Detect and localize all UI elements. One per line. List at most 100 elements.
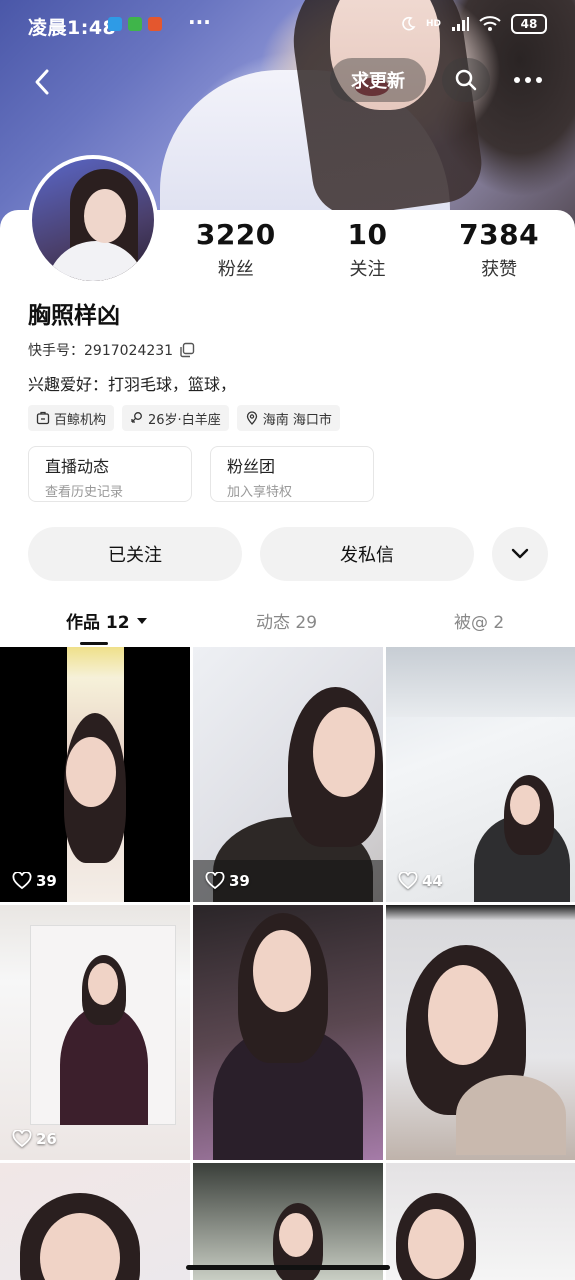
expand-button[interactable] (492, 527, 548, 581)
feature-subtitle: 查看历史记录 (45, 485, 124, 500)
like-count-text: 39 (229, 872, 250, 890)
heart-icon (12, 872, 32, 890)
video-thumbnail[interactable] (0, 1163, 190, 1280)
tab-mentions[interactable]: 被@ 2 (454, 608, 504, 633)
followed-button[interactable]: 已关注 (28, 527, 242, 581)
status-time: 凌晨1:48 (28, 17, 117, 39)
search-button[interactable] (442, 58, 490, 102)
stat-label: 粉丝 (217, 259, 254, 280)
tab-label: 作品 12 (66, 613, 130, 633)
works-grid: 39 39 44 26 (0, 647, 575, 1280)
copy-icon[interactable] (179, 342, 195, 358)
caret-down-icon (136, 617, 147, 624)
chevron-left-icon (35, 69, 49, 95)
profile-uid: 快手号：2917024231 (28, 340, 195, 360)
network-type-label: HD (425, 19, 441, 29)
status-bar: 凌晨1:48 ··· HD 48 (0, 0, 575, 50)
stat-value: 10 (347, 218, 388, 251)
tag-label: 26岁·白羊座 (148, 412, 221, 428)
app-notification-icon (128, 17, 142, 31)
more-dots-icon (514, 77, 542, 83)
content-tabs: 作品 12 动态 29 被@ 2 (0, 600, 575, 646)
video-thumbnail[interactable] (193, 1163, 383, 1280)
thumbnail-figure (408, 1209, 464, 1279)
feature-subtitle: 加入享特权 (227, 485, 293, 500)
video-thumbnail[interactable]: 26 (0, 905, 190, 1160)
uid-text: 快手号：2917024231 (28, 343, 174, 359)
moon-icon (402, 16, 416, 31)
tag-location[interactable]: 海南 海口市 (236, 405, 340, 431)
status-more-icon: ··· (188, 10, 211, 34)
heart-icon (205, 872, 225, 890)
stat-label: 关注 (349, 259, 386, 280)
tab-moments[interactable]: 动态 29 (256, 608, 317, 633)
signal-icon (452, 17, 469, 31)
avatar[interactable] (28, 155, 158, 285)
like-count: 39 (205, 872, 250, 890)
video-thumbnail[interactable]: 39 (193, 647, 383, 902)
thumbnail-figure (456, 1075, 566, 1155)
top-nav-bar: 求更新 (0, 56, 575, 104)
tab-label: 动态 29 (256, 613, 318, 633)
more-options-button[interactable] (500, 58, 556, 102)
stat-likes[interactable]: 7384 获赞 (433, 218, 565, 288)
stat-following[interactable]: 10 关注 (302, 218, 434, 288)
home-indicator[interactable] (186, 1265, 390, 1270)
thumbnail-figure (279, 1213, 313, 1257)
organization-icon (36, 411, 50, 425)
stat-label: 获赞 (481, 259, 518, 280)
battery-icon: 48 (511, 14, 547, 34)
thumbnail-figure (253, 930, 311, 1012)
tag-label: 百鲸机构 (54, 412, 107, 428)
like-count: 39 (12, 872, 57, 890)
status-indicators: HD 48 (400, 14, 547, 34)
profile-stats: 3220 粉丝 10 关注 7384 获赞 (170, 218, 565, 288)
tag-age: 26岁·白羊座 (122, 405, 229, 431)
thumbnail-ceiling (386, 647, 575, 717)
tag-label: 海南 海口市 (262, 412, 332, 428)
video-thumbnail[interactable] (193, 905, 383, 1160)
thumbnail-figure (313, 707, 375, 797)
stat-value: 3220 (195, 218, 276, 251)
tag-organization[interactable]: 百鲸机构 (28, 405, 115, 431)
send-message-button[interactable]: 发私信 (260, 527, 474, 581)
status-app-icons (108, 17, 162, 31)
tab-label: 被@ 2 (454, 613, 505, 633)
thumbnail-figure (66, 737, 116, 807)
avatar-face (84, 189, 126, 243)
thumbnail-figure (88, 963, 118, 1005)
video-thumbnail[interactable]: 44 (386, 647, 575, 902)
fan-club-card[interactable]: 粉丝团 加入享特权 (210, 446, 374, 502)
back-button[interactable] (24, 64, 60, 100)
app-notification-icon (148, 17, 162, 31)
chevron-down-icon (511, 548, 529, 559)
thumbnail-figure (510, 785, 540, 825)
profile-bio: 兴趣爱好：打羽毛球，篮球， (28, 375, 237, 394)
stat-followers[interactable]: 3220 粉丝 (170, 218, 302, 288)
like-count-text: 44 (422, 872, 443, 890)
tab-works[interactable]: 作品 12 (66, 608, 148, 633)
video-thumbnail[interactable]: 39 (0, 647, 190, 902)
live-history-card[interactable]: 直播动态 查看历史记录 (28, 446, 192, 502)
like-count-text: 39 (36, 872, 57, 890)
profile-tags: 百鲸机构 26岁·白羊座 海南 海口市 (28, 405, 340, 431)
like-count: 26 (12, 1130, 57, 1148)
feature-title: 粉丝团 (227, 457, 276, 476)
profile-name: 胸照样凶 (28, 303, 120, 329)
thumbnail-figure (428, 965, 498, 1065)
location-pin-icon (246, 411, 257, 425)
request-update-button[interactable]: 求更新 (330, 58, 426, 102)
video-thumbnail[interactable] (386, 1163, 575, 1280)
wifi-icon (479, 16, 501, 31)
app-notification-icon (108, 17, 122, 31)
tab-active-indicator (80, 642, 108, 645)
like-count: 44 (398, 872, 443, 890)
heart-icon (12, 1130, 32, 1148)
like-count-text: 26 (36, 1130, 57, 1148)
feature-title: 直播动态 (45, 457, 110, 476)
gender-female-icon (131, 412, 142, 423)
video-thumbnail[interactable] (386, 905, 575, 1160)
stat-value: 7384 (459, 218, 540, 251)
search-icon (455, 69, 477, 91)
heart-icon (398, 872, 418, 890)
